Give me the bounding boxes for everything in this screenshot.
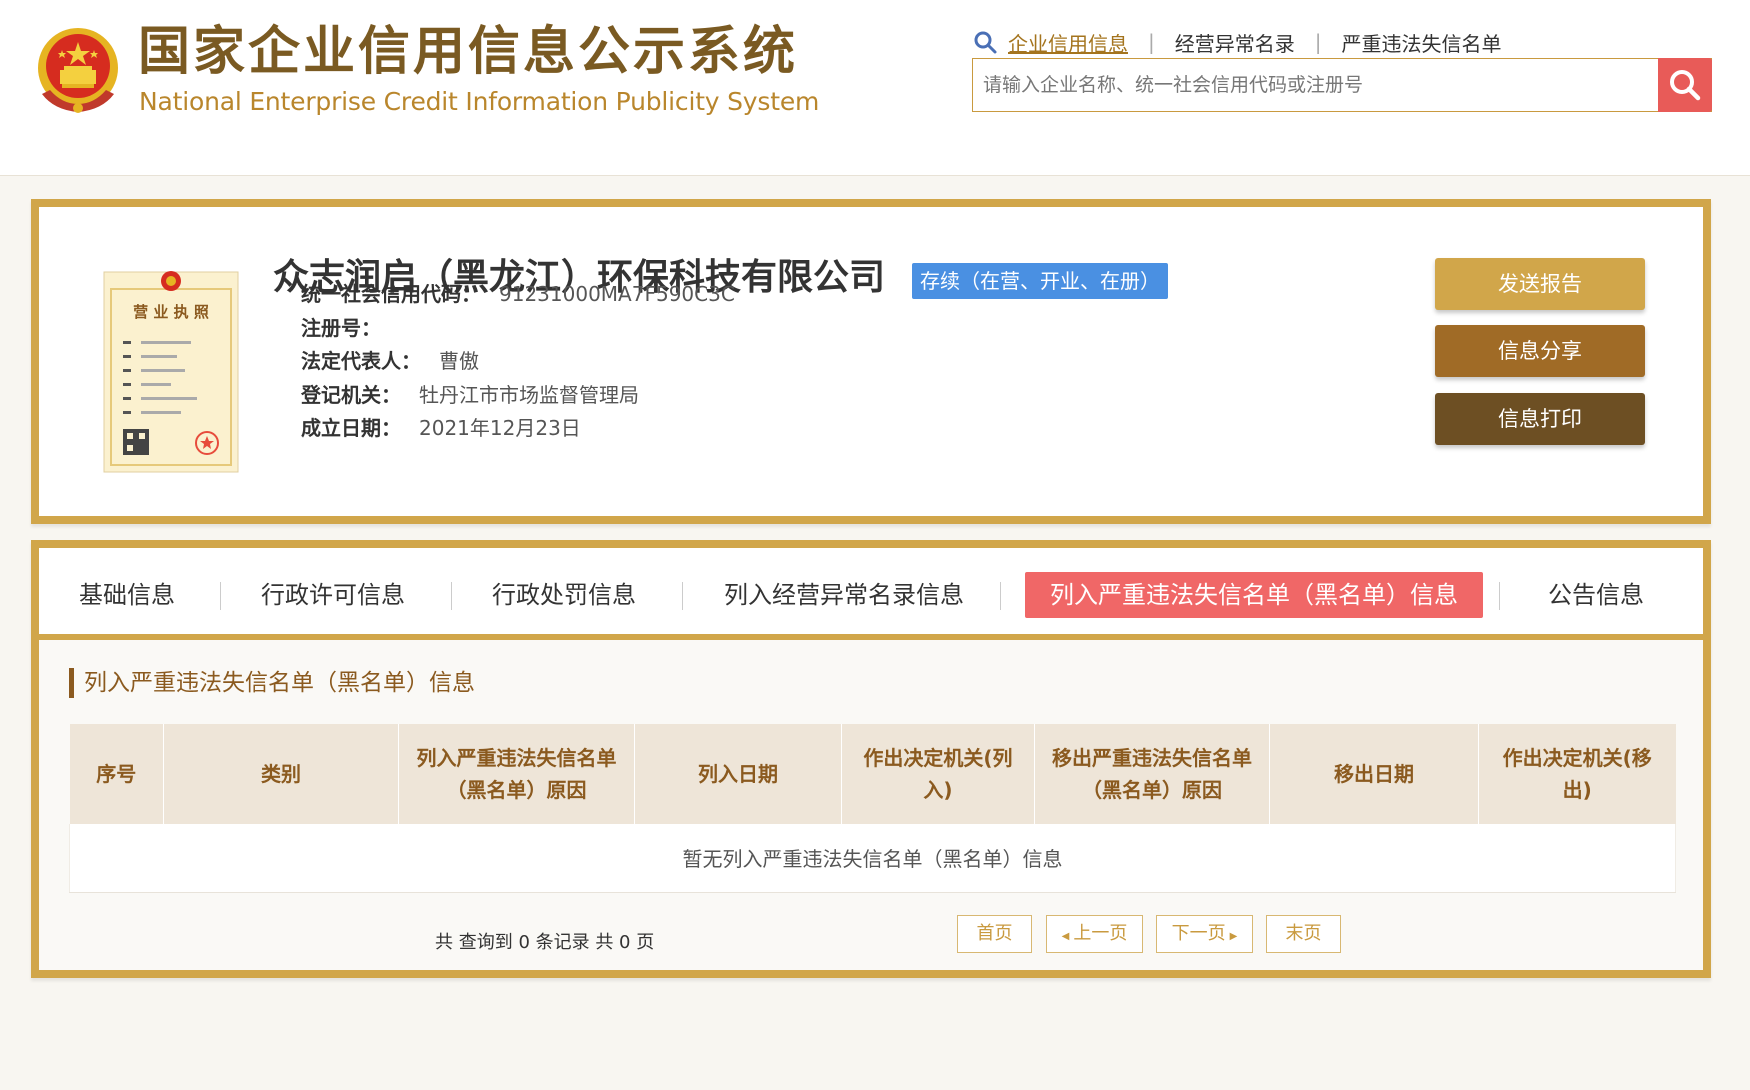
column-header: 列入严重违法失信名单（黑名单）原因: [398, 724, 635, 824]
info-label: 成立日期：: [301, 416, 401, 440]
chevron-left-icon: ◀: [1061, 931, 1070, 942]
nav-link-enterprise-credit[interactable]: 企业信用信息: [1008, 28, 1128, 57]
search-icon: [1670, 70, 1701, 101]
site-header: 国家企业信用信息公示系统 National Enterprise Credit …: [0, 0, 1750, 176]
table-header-row: 序号 类别 列入严重违法失信名单（黑名单）原因 列入日期 作出决定机关(列入) …: [69, 724, 1676, 824]
table-row: 暂无列入严重违法失信名单（黑名单）信息: [69, 824, 1676, 893]
last-page-button[interactable]: 末页: [1266, 915, 1341, 953]
site-title-cn: 国家企业信用信息公示系统: [138, 22, 799, 82]
info-value: 91231000MA7F590C3C: [499, 282, 735, 306]
nav-separator: |: [1314, 30, 1322, 54]
info-value: 牡丹江市市场监督管理局: [419, 383, 639, 407]
search-input[interactable]: [973, 59, 1653, 111]
column-header: 作出决定机关(列入): [841, 724, 1035, 824]
tab-bar: 基础信息 行政许可信息 行政处罚信息 列入经营异常名录信息 列入严重违法失信名单…: [39, 548, 1703, 640]
blacklist-table: 序号 类别 列入严重违法失信名单（黑名单）原因 列入日期 作出决定机关(列入) …: [69, 724, 1676, 893]
share-info-button[interactable]: 信息分享: [1435, 325, 1645, 377]
magnifier-icon: [974, 31, 997, 54]
nav-separator: |: [1148, 30, 1155, 54]
tab-admin-license[interactable]: 行政许可信息: [261, 572, 405, 618]
status-badge: 存续（在营、开业、在册）: [912, 263, 1168, 299]
empty-message: 暂无列入严重违法失信名单（黑名单）信息: [69, 824, 1676, 893]
tab-divider: [682, 582, 683, 610]
tab-divider: [451, 582, 452, 610]
chevron-right-icon: ▶: [1229, 931, 1238, 942]
info-row-registration-no: 注册号：: [301, 313, 399, 343]
nav-link-abnormal-list[interactable]: 经营异常名录: [1175, 28, 1295, 57]
info-row-authority: 登记机关： 牡丹江市市场监督管理局: [301, 380, 639, 410]
next-page-button[interactable]: 下一页 ▶: [1156, 915, 1253, 953]
top-nav: 企业信用信息 | 经营异常名录 | 严重违法失信名单: [972, 26, 1502, 58]
info-row-credit-code: 统一社会信用代码： 91231000MA7F590C3C: [301, 279, 735, 309]
nav-link-blacklist[interactable]: 严重违法失信名单: [1342, 28, 1502, 57]
tab-basic-info[interactable]: 基础信息: [79, 572, 175, 618]
tab-blacklist[interactable]: 列入严重违法失信名单（黑名单）信息: [1025, 572, 1483, 618]
company-summary-card: 营 业 执 照 众志润启（黑龙江）环保科技有限公司 存续（在营、开业、在册） 统…: [31, 199, 1711, 524]
column-header: 序号: [69, 724, 164, 824]
info-value: 2021年12月23日: [419, 416, 581, 440]
column-header: 移出严重违法失信名单（黑名单）原因: [1034, 724, 1270, 824]
site-title-en: National Enterprise Credit Information P…: [139, 87, 820, 116]
info-row-founded-date: 成立日期： 2021年12月23日: [301, 413, 581, 443]
column-header: 列入日期: [634, 724, 842, 824]
pagination-summary: 共 查询到 0 条记录 共 0 页: [435, 932, 655, 953]
print-info-button[interactable]: 信息打印: [1435, 393, 1645, 445]
search-button[interactable]: [1658, 58, 1712, 112]
tab-abnormal-list[interactable]: 列入经营异常名录信息: [724, 572, 964, 618]
search-box: [972, 58, 1712, 112]
tab-admin-penalty[interactable]: 行政处罚信息: [492, 572, 636, 618]
next-page-label: 下一页: [1171, 923, 1226, 944]
info-label: 注册号：: [301, 316, 381, 340]
tab-divider: [1499, 582, 1500, 610]
business-license-image[interactable]: 营 业 执 照: [101, 267, 241, 477]
info-label: 登记机关：: [301, 383, 401, 407]
send-report-button[interactable]: 发送报告: [1435, 258, 1645, 310]
tab-divider: [220, 582, 221, 610]
column-header: 类别: [163, 724, 399, 824]
prev-page-label: 上一页: [1073, 923, 1128, 944]
prev-page-button[interactable]: ◀ 上一页: [1046, 915, 1143, 953]
info-label: 统一社会信用代码：: [301, 282, 481, 306]
national-emblem-logo: [38, 28, 118, 113]
tab-announcements[interactable]: 公告信息: [1548, 572, 1644, 618]
tab-divider: [1000, 582, 1001, 610]
first-page-button[interactable]: 首页: [957, 915, 1032, 953]
column-header: 作出决定机关(移出): [1478, 724, 1676, 824]
info-label: 法定代表人：: [301, 349, 421, 373]
detail-panel: 基础信息 行政许可信息 行政处罚信息 列入经营异常名录信息 列入严重违法失信名单…: [31, 540, 1711, 978]
column-header: 移出日期: [1269, 724, 1479, 824]
info-row-legal-rep: 法定代表人： 曹傲: [301, 346, 479, 376]
section-title: 列入严重违法失信名单（黑名单）信息: [69, 668, 475, 698]
info-value: 曹傲: [439, 349, 479, 373]
license-title: 营 业 执 照: [133, 303, 209, 321]
